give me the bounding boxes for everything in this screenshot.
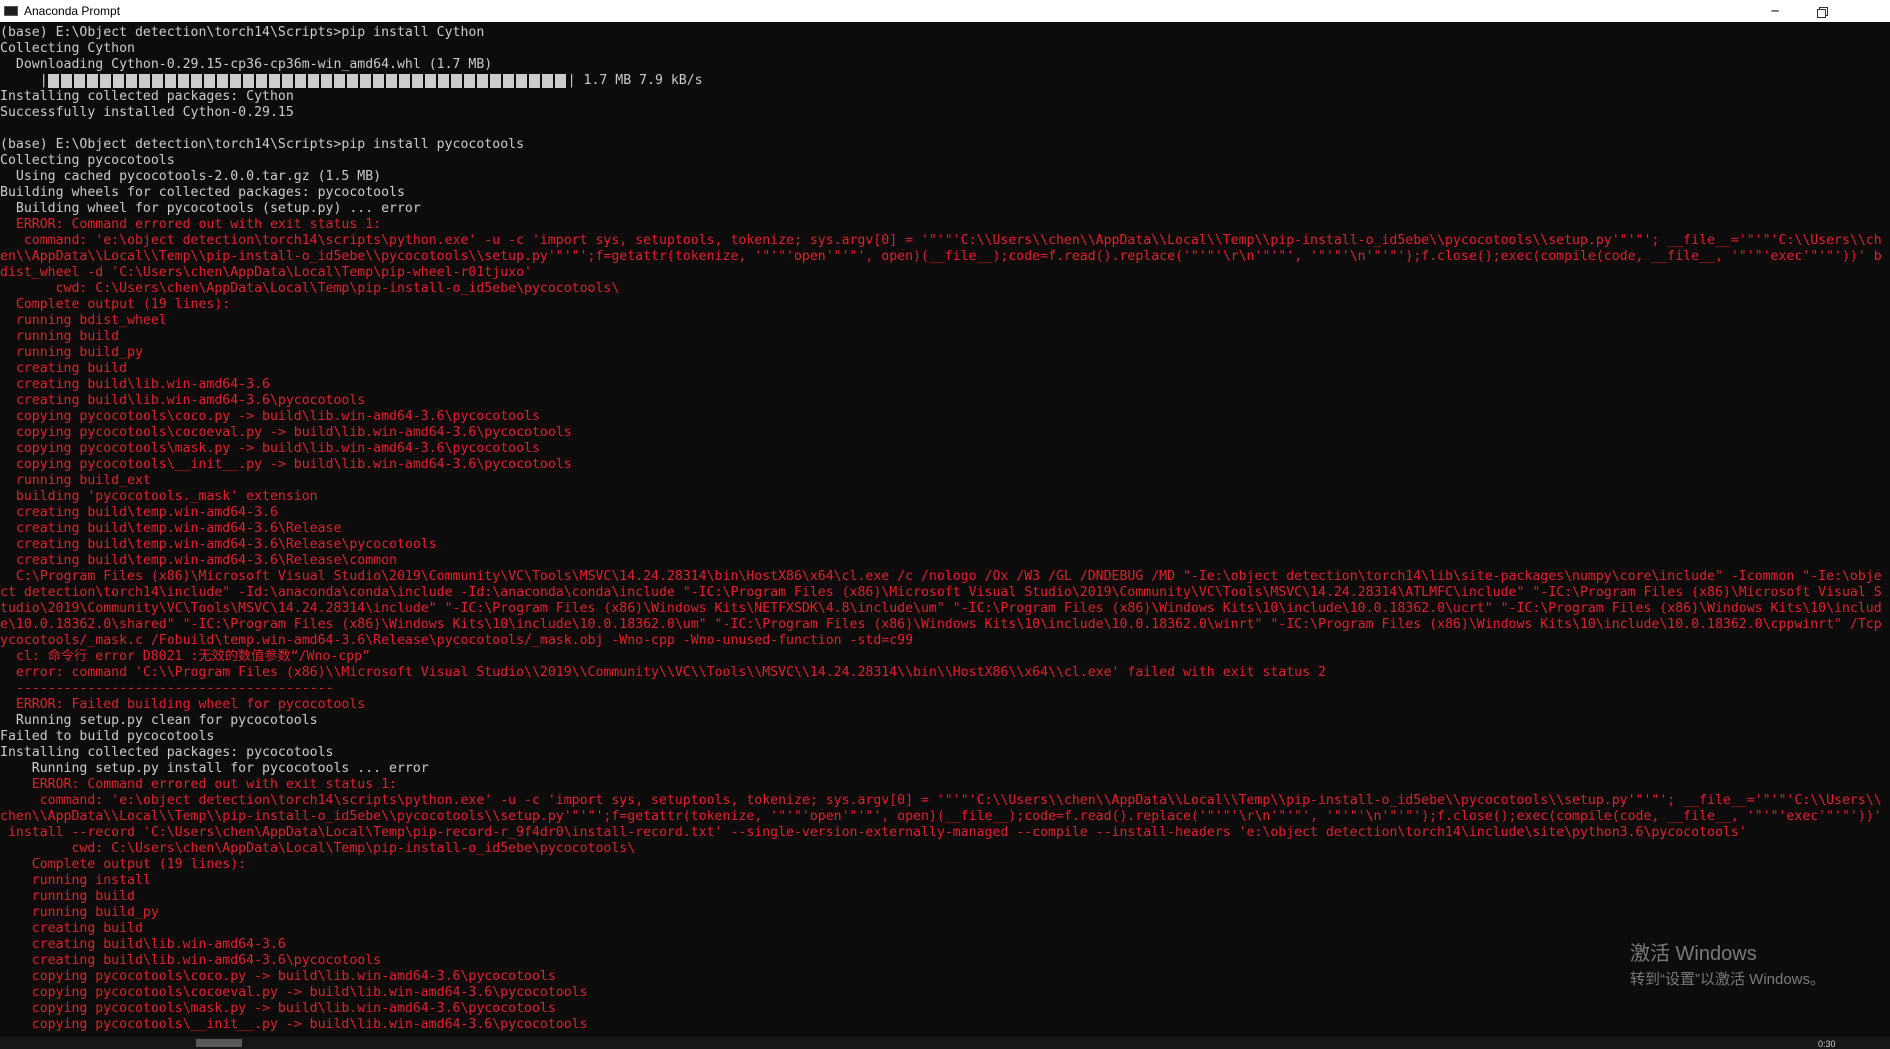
console-line: Successfully installed Cython-0.29.15	[0, 105, 294, 120]
console-output[interactable]: (base) E:\Object detection\torch14\Scrip…	[0, 25, 1890, 1037]
console-line: en\\AppData\\Local\\Temp\\pip-install-o_…	[0, 249, 1882, 264]
console-line: creating build\lib.win-amd64-3.6\pycocot…	[0, 953, 382, 968]
console-line: command: 'e:\object detection\torch14\sc…	[0, 793, 1882, 808]
activation-subtitle: 转到“设置”以激活 Windows。	[1630, 971, 1826, 988]
console-line: creating build\temp.win-amd64-3.6	[0, 505, 278, 520]
console-line: creating build\lib.win-amd64-3.6	[0, 377, 270, 392]
console-line: copying pycocotools\mask.py -> build\lib…	[0, 441, 540, 456]
console-line: creating build\temp.win-amd64-3.6\Releas…	[0, 537, 437, 552]
console-line: Collecting pycocotools	[0, 153, 175, 168]
console-line: Installing collected packages: Cython	[0, 89, 294, 104]
download-progress-bar	[47, 74, 568, 88]
console-line: copying pycocotools\coco.py -> build\lib…	[0, 969, 556, 984]
windows-activation-watermark: 激活 Windows 转到“设置”以激活 Windows。	[1630, 942, 1825, 990]
console-line: running install	[0, 873, 151, 888]
console-line: building 'pycocotools._mask' extension	[0, 489, 318, 504]
console-line: ERROR: Command errored out with exit sta…	[0, 217, 382, 232]
console-line: ERROR: Command errored out with exit sta…	[0, 777, 397, 792]
console-line: Using cached pycocotools-2.0.0.tar.gz (1…	[0, 169, 382, 184]
console-line: running build_py	[0, 905, 159, 920]
console-line: Collecting Cython	[0, 41, 135, 56]
minimize-icon: ─	[1771, 4, 1779, 18]
console-line: Building wheel for pycocotools (setup.py…	[0, 201, 421, 216]
title-bar: Anaconda Prompt ─	[0, 0, 1890, 22]
console-line: copying pycocotools\cocoeval.py -> build…	[0, 985, 588, 1000]
activation-title: 激活 Windows	[1630, 943, 1757, 965]
console-line: dist_wheel -d 'C:\Users\chen\AppData\Loc…	[0, 265, 532, 280]
console-line: running build_py	[0, 345, 143, 360]
console-line: Complete output (19 lines):	[0, 857, 247, 872]
console-line: creating build	[0, 361, 128, 376]
console-line: creating build\temp.win-amd64-3.6\Releas…	[0, 553, 397, 568]
console-line: chen\\AppData\\Local\\Temp\\pip-install-…	[0, 809, 1882, 824]
console-line: creating build	[0, 921, 143, 936]
restore-icon	[1816, 6, 1828, 18]
minimize-button[interactable]: ─	[1752, 0, 1798, 22]
horizontal-scrollbar[interactable]	[0, 1037, 1890, 1049]
console-line: running build	[0, 329, 120, 344]
console-line: ERROR: Failed building wheel for pycocot…	[0, 697, 366, 712]
console-line: (base) E:\Object detection\torch14\Scrip…	[0, 25, 485, 40]
console-line: running build	[0, 889, 135, 904]
console-line: running build_ext	[0, 473, 151, 488]
console-line: Failed to build pycocotools	[0, 729, 215, 744]
console-line: | | 1.7 MB 7.9 kB/s	[0, 73, 1890, 89]
console-app-icon	[4, 6, 18, 16]
console-line: Complete output (19 lines):	[0, 297, 231, 312]
taskbar-clock-fragment: 0:30	[1818, 1039, 1836, 1049]
progress-prefix: |	[0, 73, 48, 88]
progress-suffix: | 1.7 MB 7.9 kB/s	[567, 73, 703, 88]
console-line: ycocotools/_mask.c /Fobuild\temp.win-amd…	[0, 633, 914, 648]
console-line: running bdist_wheel	[0, 313, 167, 328]
console-line: copying pycocotools\__init__.py -> build…	[0, 457, 572, 472]
window-title: Anaconda Prompt	[24, 4, 121, 18]
console-line: tudio\2019\Community\VC\Tools\MSVC\14.24…	[0, 601, 1882, 616]
console-line: copying pycocotools\mask.py -> build\lib…	[0, 1001, 556, 1016]
console-line: ct detection\torch14\include" -Id:\anaco…	[0, 585, 1882, 600]
console-line: C:\Program Files (x86)\Microsoft Visual …	[0, 569, 1882, 584]
console-line: cl: 命令行 error D8021 :无效的数值参数“/Wno-cpp”	[0, 649, 371, 664]
console-line: Running setup.py clean for pycocotools	[0, 713, 318, 728]
console-line: Running setup.py install for pycocotools…	[0, 761, 429, 776]
scrollbar-thumb[interactable]	[196, 1039, 242, 1047]
console-line: creating build\temp.win-amd64-3.6\Releas…	[0, 521, 342, 536]
console-line: ----------------------------------------	[0, 681, 334, 696]
console-line: cwd: C:\Users\chen\AppData\Local\Temp\pi…	[0, 281, 620, 296]
console-line: copying pycocotools\__init__.py -> build…	[0, 1017, 588, 1032]
console-line: install --record 'C:\Users\chen\AppData\…	[0, 825, 1747, 840]
console-line: error: command 'C:\\Program Files (x86)\…	[0, 665, 1326, 680]
console-line: Downloading Cython-0.29.15-cp36-cp36m-wi…	[0, 57, 493, 72]
console-line: creating build\lib.win-amd64-3.6	[0, 937, 286, 952]
console-line: Installing collected packages: pycocotoo…	[0, 745, 334, 760]
console-line: e\10.0.18362.0\shared" "-IC:\Program Fil…	[0, 617, 1882, 632]
console-line: copying pycocotools\cocoeval.py -> build…	[0, 425, 572, 440]
console-line: command: 'e:\object detection\torch14\sc…	[0, 233, 1882, 248]
restore-button[interactable]	[1798, 0, 1844, 22]
console-line: cwd: C:\Users\chen\AppData\Local\Temp\pi…	[0, 841, 636, 856]
console-line: (base) E:\Object detection\torch14\Scrip…	[0, 137, 525, 152]
console-line: creating build\lib.win-amd64-3.6\pycocot…	[0, 393, 366, 408]
console-line: copying pycocotools\coco.py -> build\lib…	[0, 409, 540, 424]
console-line: Building wheels for collected packages: …	[0, 185, 405, 200]
